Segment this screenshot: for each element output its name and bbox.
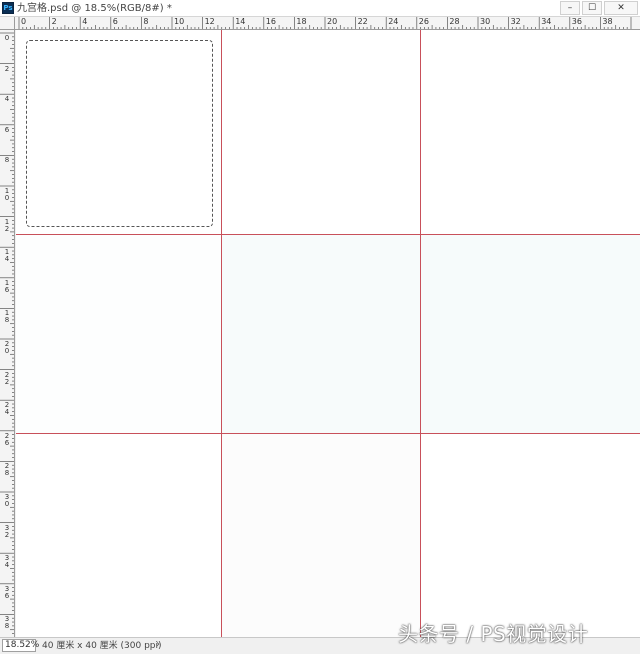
grid-cell-2 — [222, 30, 420, 235]
ruler-v-label: 20 — [4, 340, 10, 355]
document-tab-title[interactable]: 九宫格.psd @ 18.5%(RGB/8#) * — [17, 1, 172, 16]
ruler-h-label: 12 — [204, 17, 215, 26]
ruler-h-label: 26 — [418, 17, 429, 26]
ruler-v-label: 16 — [4, 278, 10, 294]
ruler-v-label: 24 — [4, 401, 10, 417]
ruler-h-label: 38 — [602, 17, 613, 26]
document-canvas[interactable] — [16, 30, 640, 637]
ruler-h-label: 36 — [571, 17, 582, 26]
maximize-icon: ☐ — [587, 3, 597, 13]
ruler-h-label: 34 — [541, 17, 552, 26]
ruler-h-label: 2 — [51, 17, 57, 26]
grid-cell-7 — [16, 434, 221, 637]
guide-vertical-2[interactable] — [420, 30, 421, 637]
ruler-v-label: 2 — [4, 64, 10, 73]
ruler-h-label: 24 — [388, 17, 399, 26]
minimize-button[interactable]: – — [560, 1, 580, 15]
ruler-v-label: 4 — [4, 95, 10, 104]
photoshop-app-icon: Ps — [2, 2, 14, 14]
ruler-h-label: 4 — [82, 17, 88, 26]
grid-cell-5 — [222, 235, 420, 433]
minimize-icon: – — [567, 3, 573, 13]
photoshop-document-window: Ps 九宫格.psd @ 18.5%(RGB/8#) * – ☐ ✕ 02468… — [0, 0, 640, 654]
ruler-h-label: 8 — [143, 17, 149, 26]
ruler-v-label: 36 — [4, 584, 10, 600]
vertical-ruler[interactable]: 0 2 4 6 8 10 12 14 16 18 20 22 24 26 28 30 32 34 36 38 — [0, 30, 15, 637]
ruler-v-label: 30 — [4, 493, 10, 508]
ruler-h-label: 30 — [480, 17, 491, 26]
vertical-ruler-ticks — [0, 32, 14, 634]
ruler-h-label: 20 — [327, 17, 338, 26]
ruler-v-label: 32 — [4, 523, 10, 539]
guide-horizontal-2[interactable] — [16, 433, 640, 434]
ruler-v-label: 28 — [4, 462, 10, 478]
ruler-v-label: 12 — [4, 217, 10, 233]
ruler-h-label: 16 — [265, 17, 276, 26]
ruler-v-label: 14 — [4, 248, 10, 264]
close-icon: ✕ — [617, 3, 625, 13]
ruler-h-label: 14 — [235, 17, 246, 26]
ruler-h-label: 6 — [112, 17, 118, 26]
ruler-h-label: 10 — [174, 17, 185, 26]
ruler-origin-corner[interactable] — [0, 17, 15, 30]
grid-cell-9 — [421, 434, 640, 637]
grid-cell-6 — [421, 235, 640, 433]
ruler-h-label: 18 — [296, 17, 307, 26]
ruler-v-label: 10 — [4, 187, 10, 202]
close-button[interactable]: ✕ — [604, 1, 638, 15]
ruler-v-label: 26 — [4, 431, 10, 447]
ruler-h-label: 32 — [510, 17, 521, 26]
ruler-v-label: 18 — [4, 309, 10, 325]
grid-cell-4 — [16, 235, 221, 433]
watermark-text: 头条号 / PS视觉设计 — [398, 622, 589, 646]
grid-cell-3 — [421, 30, 640, 235]
guide-vertical-1[interactable] — [221, 30, 222, 637]
guide-horizontal-1[interactable] — [16, 234, 640, 235]
ruler-v-label: 38 — [4, 615, 10, 631]
document-size-info: 40 厘米 x 40 厘米 (300 ppi) — [42, 641, 162, 651]
marquee-selection[interactable] — [26, 40, 213, 227]
title-bar[interactable]: Ps 九宫格.psd @ 18.5%(RGB/8#) * – ☐ ✕ — [0, 0, 640, 17]
ruler-v-label: 34 — [4, 554, 10, 570]
ruler-v-label: 8 — [4, 156, 10, 165]
ruler-h-label: 22 — [357, 17, 368, 26]
status-menu-arrow-icon[interactable]: › — [156, 639, 160, 650]
ruler-v-label: 22 — [4, 370, 10, 386]
ruler-v-label: 0 — [4, 34, 10, 42]
horizontal-ruler[interactable]: 0 2 4 6 8 10 12 14 16 18 20 22 24 26 28 30 32 34 36 38 — [15, 17, 640, 30]
grid-cell-8 — [222, 434, 420, 637]
zoom-level-field[interactable]: 18.52% — [2, 639, 39, 652]
ruler-h-label: 28 — [449, 17, 460, 26]
maximize-button[interactable]: ☐ — [582, 1, 602, 15]
ruler-h-label: 0 — [21, 17, 27, 26]
ruler-v-label: 6 — [4, 125, 10, 134]
